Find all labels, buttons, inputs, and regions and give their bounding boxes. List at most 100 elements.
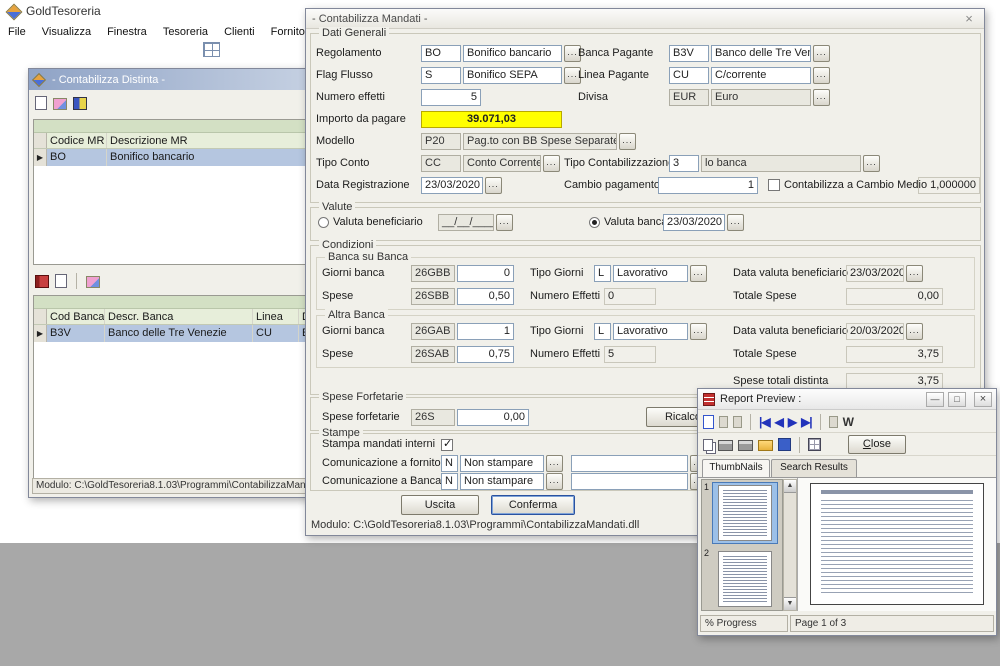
importo-field[interactable]: 39.071,03 [421,111,562,128]
bsb-giorni-code-field[interactable]: 26GBB [411,265,455,282]
regolamento-desc-field[interactable]: Bonifico bancario [463,45,562,62]
banca-pagante-lookup-button[interactable]: ... [813,45,830,62]
modello-desc-field[interactable]: Pag.to con BB Spese Separate [463,133,617,150]
ab-giorni-value-field[interactable]: 1 [457,323,514,340]
spese-forfetarie-value-field[interactable]: 0,00 [457,409,529,426]
layout-icon[interactable] [719,416,728,428]
col-linea[interactable]: Linea [253,309,299,324]
col-descr-banca[interactable]: Descr. Banca [105,309,253,324]
print-icon[interactable] [718,440,733,451]
valuta-banca-calendar-button[interactable]: ... [727,214,744,231]
minimize-icon[interactable]: — [926,392,944,407]
cambio-medio-checkbox[interactable] [768,179,780,191]
thumbnail-page-2[interactable] [718,551,772,607]
goto-page-icon[interactable] [829,416,838,428]
page-setup-icon[interactable] [703,415,714,429]
facing-pages-icon[interactable] [733,416,742,428]
comunicazione-banca-desc-field[interactable]: Non stampare [460,473,544,490]
tipo-conto-code-field[interactable]: CC [421,155,461,172]
last-page-icon[interactable]: ▶| [801,415,812,429]
windows-grid-icon[interactable] [203,42,220,57]
bsb-tipo-giorni-lookup-button[interactable]: ... [690,265,707,282]
previous-page-icon[interactable]: ◀ [775,415,783,429]
preview-page[interactable] [810,483,984,605]
comunicazione-fornitore-code-field[interactable]: N [441,455,458,472]
close-icon[interactable]: × [960,11,978,26]
table-row[interactable]: ▶ BO Bonifico bancario [34,149,347,166]
first-page-icon[interactable]: |◀ [759,415,770,429]
distinta-titlebar[interactable]: - Contabilizza Distinta - [29,69,351,90]
next-page-icon[interactable]: ▶ [788,415,796,429]
comunicazione-fornitore-extra-field[interactable] [571,455,688,472]
menu-clienti[interactable]: Clienti [224,26,255,38]
document-icon[interactable] [55,274,67,288]
save-icon[interactable] [778,438,791,451]
ab-tipo-giorni-code-field[interactable]: L [594,323,611,340]
modello-lookup-button[interactable]: ... [619,133,636,150]
tipo-conto-lookup-button[interactable]: ... [543,155,560,172]
valuta-banca-field[interactable]: 23/03/2020 [663,214,725,231]
new-document-icon[interactable] [35,96,47,110]
ab-tipo-giorni-lookup-button[interactable]: ... [690,323,707,340]
comunicazione-fornitore-desc-field[interactable]: Non stampare [460,455,544,472]
uscita-button[interactable]: Uscita [401,495,479,515]
valuta-beneficiario-calendar-button[interactable]: ... [496,214,513,231]
bsb-tipo-giorni-desc-field[interactable]: Lavorativo [613,265,688,282]
ab-data-valuta-calendar-button[interactable]: ... [906,323,923,340]
col-cod-banca[interactable]: Cod Banca [47,309,105,324]
bsb-giorni-value-field[interactable]: 0 [457,265,514,282]
banca-pagante-code-field[interactable]: B3V [669,45,709,62]
divisa-desc-field[interactable]: Euro [711,89,811,106]
copy-icon[interactable] [703,439,713,451]
comunicazione-banca-extra-field[interactable] [571,473,688,490]
valuta-beneficiario-radio[interactable] [318,217,329,228]
tipo-conto-desc-field[interactable]: Conto Corrente [463,155,541,172]
menu-tesoreria[interactable]: Tesoreria [163,26,208,38]
mandati-titlebar[interactable]: - Contabilizza Mandati - × [306,9,984,29]
maximize-icon[interactable]: □ [948,392,966,407]
flag-flusso-code-field[interactable]: S [421,67,461,84]
col-codice-mr[interactable]: Codice MR [47,133,107,148]
flag-flusso-desc-field[interactable]: Bonifico SEPA [463,67,562,84]
divisa-code-field[interactable]: EUR [669,89,709,106]
tipo-contabilizzazione-lookup-button[interactable]: ... [863,155,880,172]
data-registrazione-field[interactable]: 23/03/2020 [421,177,483,194]
menu-visualizza[interactable]: Visualizza [42,26,91,38]
eraser-icon[interactable] [53,98,67,110]
modello-code-field[interactable]: P20 [421,133,461,150]
ab-spese-value-field[interactable]: 0,75 [457,346,514,363]
menu-finestra[interactable]: Finestra [107,26,147,38]
divisa-lookup-button[interactable]: ... [813,89,830,106]
close-preview-button[interactable]: Close [848,435,906,454]
scroll-up-icon[interactable]: ▲ [784,480,796,493]
spese-forfetarie-code-field[interactable]: 26S [411,409,455,426]
linea-pagante-code-field[interactable]: CU [669,67,709,84]
banca-pagante-desc-field[interactable]: Banco delle Tre Vene [711,45,811,62]
bsb-spese-code-field[interactable]: 26SBB [411,288,455,305]
linea-pagante-desc-field[interactable]: C/corrente [711,67,811,84]
valuta-banca-radio[interactable] [589,217,600,228]
close-icon[interactable]: × [974,392,992,407]
grid-view-icon[interactable] [808,438,821,451]
eraser-icon[interactable] [86,276,100,288]
tab-thumbnails[interactable]: ThumbNails [702,459,770,477]
thumbnail-scrollbar[interactable]: ▲ ▼ [783,479,797,611]
comunicazione-banca-code-field[interactable]: N [441,473,458,490]
scroll-down-icon[interactable]: ▼ [784,597,796,610]
numero-effetti-field[interactable]: 5 [421,89,481,106]
ab-giorni-code-field[interactable]: 26GAB [411,323,455,340]
valuta-beneficiario-field[interactable]: __/__/____ [438,214,494,231]
bsb-spese-value-field[interactable]: 0,50 [457,288,514,305]
bsb-tipo-giorni-code-field[interactable]: L [594,265,611,282]
thumbnail-page-1[interactable] [718,485,772,541]
tipo-contabilizzazione-desc-field[interactable]: lo banca [701,155,861,172]
bsb-data-valuta-calendar-button[interactable]: ... [906,265,923,282]
table-row[interactable]: ▶ B3V Banco delle Tre Venezie CU EUR [34,325,347,342]
cambio-pagamento-field[interactable]: 1 [658,177,758,194]
menu-file[interactable]: File [8,26,26,38]
ab-spese-code-field[interactable]: 26SAB [411,346,455,363]
regolamento-code-field[interactable]: BO [421,45,461,62]
comunicazione-fornitore-lookup-button[interactable]: ... [546,455,563,472]
conferma-button[interactable]: Conferma [491,495,575,515]
print-book-icon[interactable] [73,97,87,110]
